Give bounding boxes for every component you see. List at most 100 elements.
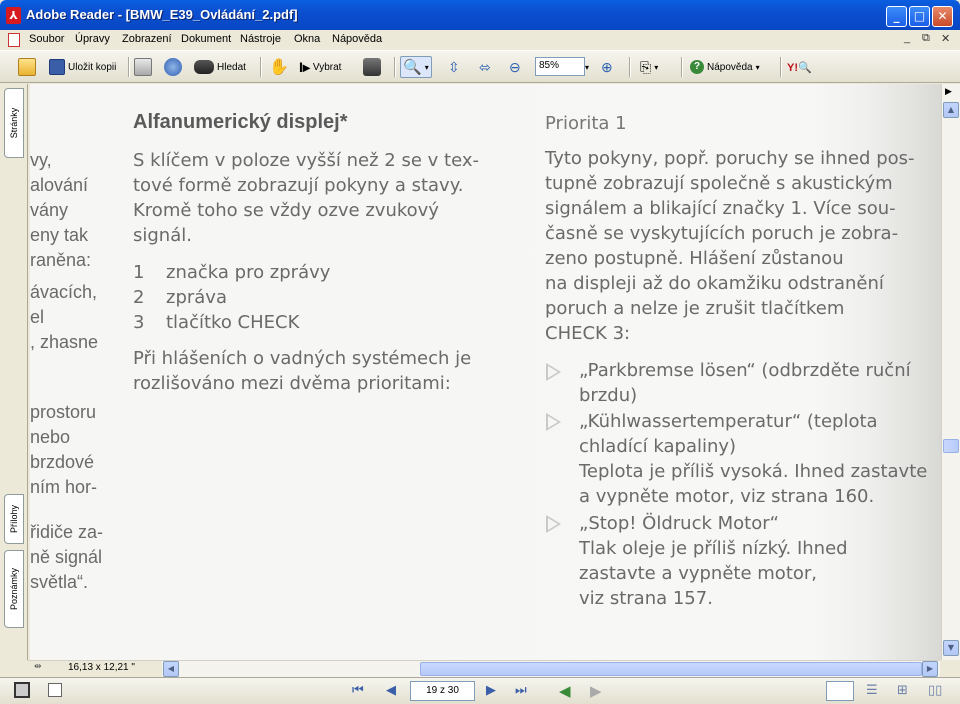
plus-circle-icon: ⊕ — [601, 58, 613, 75]
scroll-up-button[interactable]: ▲ — [943, 102, 959, 118]
menu-soubor[interactable]: Soubor — [29, 33, 64, 45]
yahoo-icon: Y!🔍 — [787, 61, 812, 74]
doc-close-button[interactable]: ✕ — [941, 32, 950, 45]
scroll-left-button[interactable]: ◀ — [163, 661, 179, 677]
page-number-field[interactable]: 19 z 30 — [410, 681, 475, 701]
list-item: 2 zpráva — [133, 287, 227, 308]
toolbar-separator — [681, 57, 683, 77]
zoom-tool-button[interactable]: 🔍 ▾ — [400, 56, 432, 78]
chevron-down-icon: ▾ — [654, 62, 659, 72]
tab-pages[interactable]: Stránky — [4, 88, 24, 158]
go-back-button[interactable]: ◀ — [559, 684, 571, 699]
zoom-in-magnifier-icon: 🔍 — [403, 59, 422, 76]
help-button[interactable]: ? Nápověda ▾ — [690, 56, 760, 78]
next-page-button[interactable]: ▶ — [486, 684, 496, 698]
camera-icon — [363, 58, 381, 76]
status-bar: ⇹ 16,13 x 12,21 " ◀ ▶ — [28, 660, 940, 677]
toolbar: Uložit kopii Hledat ✋ I▸ Vybrat 🔍 ▾ ⇳ ⬄ … — [0, 50, 960, 83]
snapshot-button[interactable] — [363, 56, 381, 78]
save-copy-button[interactable]: Uložit kopii — [49, 56, 116, 78]
zoom-dropdown-button[interactable]: ▾ — [585, 56, 589, 78]
page-layout-button[interactable]: ⎘ ▾ — [640, 56, 658, 78]
save-copy-label: Uložit kopii — [68, 61, 117, 73]
menu-napoveda[interactable]: Nápověda — [332, 33, 382, 45]
menu-dokument[interactable]: Dokument — [181, 33, 231, 45]
select-label: Vybrat — [312, 61, 342, 73]
scroll-down-button[interactable]: ▼ — [943, 640, 959, 656]
zoom-out-button[interactable]: ⊖ — [509, 56, 521, 78]
zoom-field[interactable]: 85% — [535, 57, 585, 76]
legend-list: 1 značka pro zprávy 2 zpráva 3 tlačítko CHE… — [133, 260, 330, 335]
scroll-right-button[interactable]: ▶ — [922, 661, 938, 677]
minus-circle-icon: ⊖ — [509, 58, 521, 75]
toolbar-separator — [128, 57, 130, 77]
find-button[interactable]: Hledat — [194, 56, 246, 78]
toolbar-separator — [260, 57, 262, 77]
continuous-facing-view-button[interactable]: ▯▯ — [928, 684, 942, 698]
adobe-reader-window: ⅄ Adobe Reader - [BMW_E39_Ovládání_2.pdf… — [0, 0, 960, 704]
window-title: Adobe Reader - [BMW_E39_Ovládání_2.pdf] — [26, 7, 298, 22]
section-heading: Alfanumerický displej* — [133, 111, 348, 133]
document-view[interactable]: vy, alování vány eny tak raněna: ávacích… — [30, 84, 941, 660]
maximize-button[interactable]: □ — [909, 6, 930, 27]
find-label: Hledat — [217, 61, 246, 73]
horizontal-scroll-thumb[interactable] — [420, 662, 922, 676]
bullet-item: „Stop! Öldruck Motor“ Tlak oleje je příl… — [579, 513, 848, 609]
intro-paragraph: S klíčem v poloze vyšší než 2 se v tex- … — [133, 150, 479, 246]
toolbar-separator — [629, 57, 631, 77]
close-button[interactable]: ✕ — [932, 6, 953, 27]
bullet-triangle-icon — [546, 515, 561, 533]
list-item: 3 tlačítko CHECK — [133, 312, 300, 333]
go-forward-button[interactable]: ▶ — [590, 684, 602, 699]
facing-view-button[interactable]: ⊞ — [897, 684, 908, 698]
bullet-item: „Kühlwassertemperatur“ (teplota chladící… — [579, 411, 928, 507]
email-button[interactable] — [164, 56, 182, 78]
fit-width-button[interactable]: ⬄ — [479, 56, 491, 78]
floppy-icon — [49, 59, 65, 75]
vertical-scrollbar[interactable]: ▶ ▲ ▼ — [941, 84, 960, 660]
menu-okna[interactable]: Okna — [294, 33, 320, 45]
fit-width-icon: ⬄ — [479, 58, 491, 75]
screen-icon[interactable] — [14, 682, 30, 698]
page-size-arrows-icon: ⇹ — [34, 662, 42, 672]
fit-height-icon: ⇳ — [448, 58, 460, 75]
tab-comments[interactable]: Poznámky — [4, 550, 24, 628]
menu-bar: Soubor Úpravy Zobrazení Dokument Nástroj… — [0, 30, 960, 50]
panel-arrow-icon[interactable]: ▶ — [945, 87, 952, 97]
minimize-button[interactable]: _ — [886, 6, 907, 27]
navigation-tabs-panel: Stránky Přílohy Poznámky — [0, 84, 28, 660]
print-button[interactable] — [134, 56, 152, 78]
vertical-scroll-thumb[interactable] — [943, 439, 959, 453]
hand-tool-button[interactable]: ✋ — [269, 56, 289, 78]
email-icon — [164, 58, 182, 76]
tab-attachments[interactable]: Přílohy — [4, 494, 24, 544]
select-tool-button[interactable]: I▸ Vybrat — [299, 56, 341, 78]
bullet-item: „Parkbremse lösen“ (odbrzděte ruční brzd… — [579, 360, 911, 406]
pdf-page: vy, alování vány eny tak raněna: ávacích… — [30, 84, 941, 660]
continuous-view-button[interactable]: ☰ — [866, 684, 878, 698]
printer-icon — [134, 58, 152, 76]
first-page-button[interactable]: ⏮ — [352, 684, 364, 698]
yahoo-button[interactable]: Y!🔍 — [787, 56, 812, 78]
doc-restore-button[interactable]: ⧉ — [922, 32, 930, 45]
zoom-in-button[interactable]: ⊕ — [601, 56, 613, 78]
toolbar-separator — [780, 57, 782, 77]
single-page-view-button[interactable] — [826, 681, 854, 701]
page-icon[interactable] — [48, 683, 62, 697]
menu-nastroje[interactable]: Nástroje — [240, 33, 281, 45]
menu-upravy[interactable]: Úpravy — [75, 33, 110, 45]
doc-minimize-button[interactable]: _ — [904, 32, 910, 44]
last-page-button[interactable]: ⏭ — [515, 684, 527, 698]
previous-page-button[interactable]: ◀ — [386, 684, 396, 698]
horizontal-scrollbar[interactable]: ◀ ▶ — [162, 661, 940, 677]
priority-title: Priorita 1 — [545, 113, 627, 134]
left-column-text: vy, alování vány eny tak raněna: ávacích… — [30, 150, 104, 592]
menu-zobrazeni[interactable]: Zobrazení — [122, 33, 172, 45]
priority-note: Při hlášeních o vadných systémech je roz… — [133, 348, 472, 394]
open-button[interactable] — [18, 56, 36, 78]
bullet-triangle-icon — [546, 363, 561, 381]
adobe-reader-icon: ⅄ — [6, 7, 21, 24]
document-icon — [8, 33, 20, 47]
fit-height-button[interactable]: ⇳ — [448, 56, 460, 78]
chevron-down-icon: ▾ — [424, 62, 429, 72]
